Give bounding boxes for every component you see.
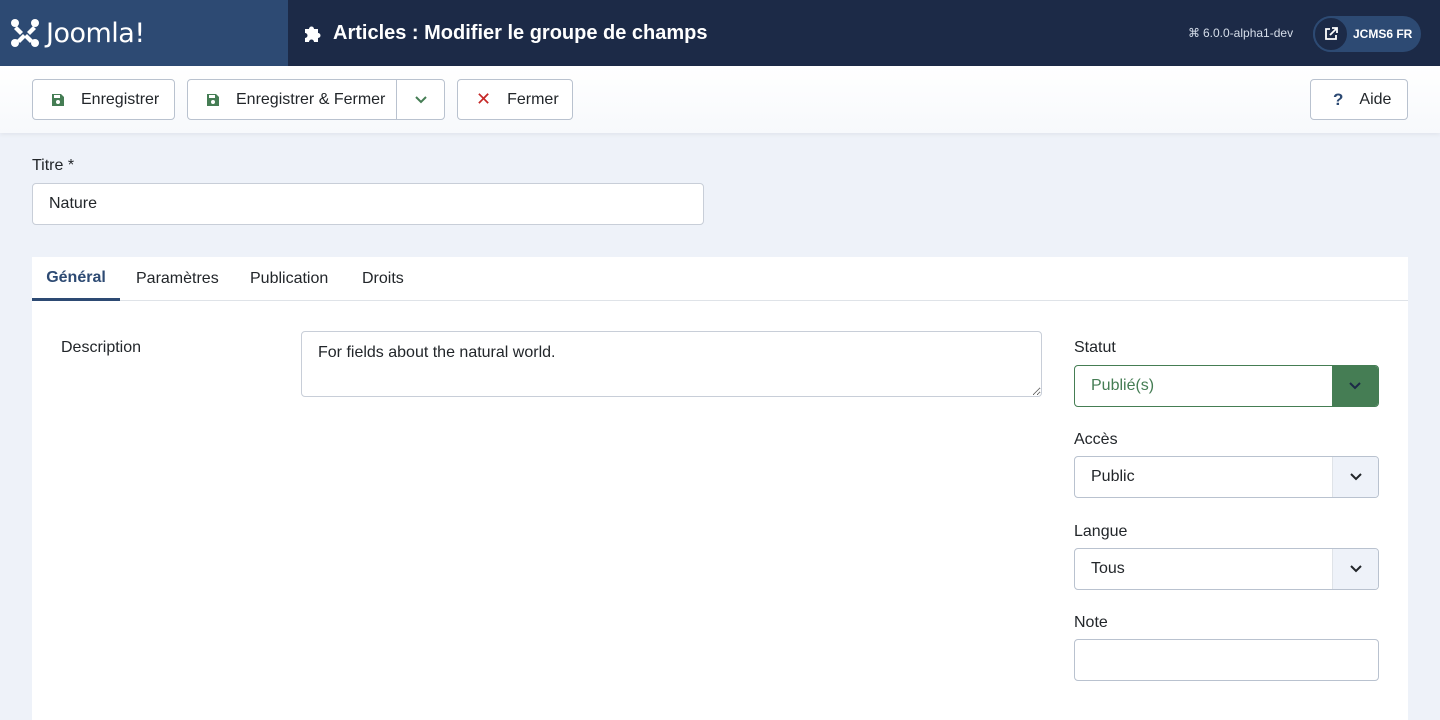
language-value: Tous <box>1091 560 1125 577</box>
chevron-down-icon <box>1332 366 1378 406</box>
note-label: Note <box>1074 614 1108 631</box>
chevron-down-icon <box>1332 549 1378 589</box>
page-title-text: Articles : Modifier le groupe de champs <box>333 21 708 44</box>
save-button[interactable]: Enregistrer <box>32 79 175 120</box>
chevron-down-icon <box>415 95 427 103</box>
status-label: Statut <box>1074 339 1116 356</box>
tab-publication[interactable]: Publication <box>250 257 328 301</box>
external-link-icon <box>1313 16 1349 52</box>
description-label: Description <box>61 339 142 356</box>
close-button[interactable]: ✕ Fermer <box>457 79 573 120</box>
close-icon: ✕ <box>476 89 492 109</box>
help-button[interactable]: ? Aide <box>1310 79 1408 120</box>
brand-name: Joomla! <box>46 17 145 49</box>
note-input[interactable] <box>1074 639 1379 681</box>
save-icon <box>206 93 220 107</box>
tab-bar: Général Paramètres Publication Droits <box>32 257 1408 301</box>
save-options-dropdown[interactable] <box>396 80 445 119</box>
tab-parameters[interactable]: Paramètres <box>136 257 219 301</box>
command-icon: ⌘ <box>1188 26 1200 40</box>
access-label: Accès <box>1074 431 1118 448</box>
description-textarea[interactable]: For fields about the natural world. <box>301 331 1042 397</box>
site-name: JCMS6 FR <box>1353 27 1413 41</box>
save-close-label: Enregistrer & Fermer <box>236 90 386 108</box>
version-info: ⌘ 6.0.0-alpha1-dev <box>1188 0 1293 66</box>
toolbar: Enregistrer Enregistrer & Fermer ✕ Ferme… <box>0 66 1440 133</box>
puzzle-icon <box>303 23 323 43</box>
joomla-logo[interactable]: Joomla! <box>0 0 288 66</box>
tab-general[interactable]: Général <box>32 257 120 301</box>
help-label: Aide <box>1359 90 1392 108</box>
edit-card: Général Paramètres Publication Droits De… <box>32 257 1408 720</box>
version-text: 6.0.0-alpha1-dev <box>1203 26 1294 40</box>
save-label: Enregistrer <box>81 90 160 108</box>
status-select[interactable]: Publié(s) <box>1074 365 1379 407</box>
question-icon: ? <box>1333 89 1344 109</box>
chevron-down-icon <box>1332 457 1378 497</box>
save-icon <box>51 93 65 107</box>
app-header: Joomla! Articles : Modifier le groupe de… <box>0 0 1440 66</box>
title-input[interactable] <box>32 183 704 225</box>
view-site-button[interactable]: JCMS6 FR <box>1313 16 1421 52</box>
status-value: Publié(s) <box>1091 377 1155 394</box>
page-title: Articles : Modifier le groupe de champs <box>303 0 708 66</box>
tab-rights[interactable]: Droits <box>362 257 404 301</box>
language-label: Langue <box>1074 523 1128 540</box>
close-label: Fermer <box>507 90 559 108</box>
access-select[interactable]: Public <box>1074 456 1379 498</box>
save-close-button[interactable]: Enregistrer & Fermer <box>187 79 445 120</box>
joomla-logo-icon <box>11 19 39 47</box>
language-select[interactable]: Tous <box>1074 548 1379 590</box>
access-value: Public <box>1091 468 1135 485</box>
title-label: Titre * <box>32 157 75 174</box>
